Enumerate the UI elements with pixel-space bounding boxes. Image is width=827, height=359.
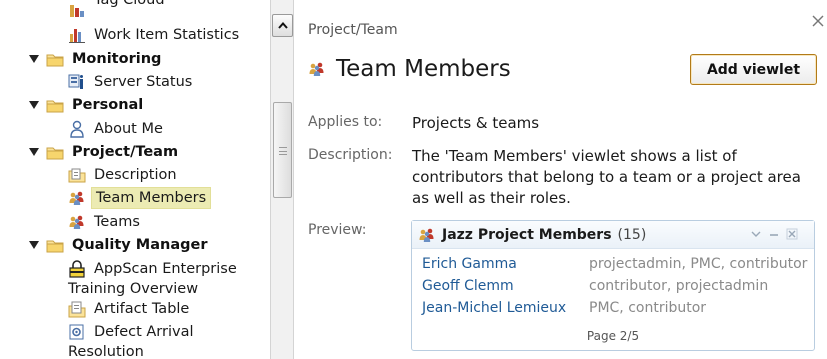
- tree-item-label-continued: Training Overview: [68, 281, 199, 297]
- expand-arrow-icon[interactable]: [28, 239, 40, 251]
- folder-icon: [46, 143, 64, 161]
- description-value: The 'Team Members' viewlet shows a list …: [412, 147, 801, 207]
- grip-icon: [279, 147, 287, 155]
- tree-item-teams[interactable]: Teams: [68, 211, 140, 233]
- tree-item-label: Defect Arrival: [94, 324, 194, 340]
- viewlet-detail-panel: Project/Team Team Members Add viewlet Ap…: [294, 0, 827, 359]
- close-icon[interactable]: [811, 14, 825, 28]
- tree-group-label: Project/Team: [72, 144, 179, 160]
- lock-icon: [68, 260, 86, 278]
- preview-label: Preview:: [308, 222, 367, 238]
- team-members-icon: [418, 226, 436, 244]
- tree-item-label: Work Item Statistics: [94, 27, 240, 43]
- tree-item-label: Teams: [94, 214, 140, 230]
- artifact-table-icon: [68, 300, 86, 318]
- viewlet-preview: Jazz Project Members (15) Erich Gamma pr…: [411, 220, 815, 351]
- server-status-icon: [68, 73, 86, 91]
- breadcrumb: Project/Team: [308, 22, 398, 38]
- tree-group-label: Monitoring: [72, 51, 162, 67]
- scroll-thumb[interactable]: [273, 102, 292, 198]
- tree-group-label: Personal: [72, 97, 144, 113]
- defect-chart-icon: [68, 323, 86, 341]
- tree-item-description[interactable]: Description: [68, 164, 177, 186]
- member-link[interactable]: Erich Gamma: [422, 256, 517, 272]
- applies-to-label: Applies to:: [308, 114, 383, 130]
- tree-item-artifact-table[interactable]: Artifact Table: [68, 298, 189, 320]
- tree-item-work-item-statistics[interactable]: Work Item Statistics: [68, 24, 239, 46]
- folder-icon: [46, 236, 64, 254]
- folder-icon: [46, 96, 64, 114]
- member-roles: PMC, contributor: [589, 300, 707, 316]
- person-icon: [68, 120, 86, 138]
- preview-count: (15): [617, 226, 647, 243]
- tree-scrollbar[interactable]: [270, 0, 294, 359]
- applies-to-value: Projects & teams: [412, 114, 540, 132]
- close-icon[interactable]: [786, 228, 798, 240]
- app-root: Tag Cloud Work Item Statistics Monitorin…: [0, 0, 827, 359]
- tree-group-personal[interactable]: Personal: [28, 94, 143, 116]
- pagination-label: Page 2/5: [586, 329, 640, 343]
- bar-chart-icon: [68, 26, 86, 44]
- tree-item-label: Description: [94, 167, 177, 183]
- expand-arrow-icon[interactable]: [28, 53, 40, 65]
- member-link[interactable]: Jean-Michel Lemieux: [422, 300, 566, 316]
- chevron-up-icon: [277, 22, 288, 29]
- team-members-icon: [308, 60, 326, 78]
- scroll-up-button[interactable]: [272, 14, 293, 37]
- tree-item-label: Server Status: [94, 74, 193, 90]
- viewlet-tree: Tag Cloud Work Item Statistics Monitorin…: [0, 0, 270, 359]
- tree-item-appscan-enterprise[interactable]: AppScan Enterprise: [68, 258, 237, 280]
- member-link[interactable]: Geoff Clemm: [422, 278, 514, 294]
- tree-group-quality-manager[interactable]: Quality Manager: [28, 234, 208, 256]
- folder-icon: [46, 50, 64, 68]
- add-viewlet-button[interactable]: Add viewlet: [690, 54, 817, 85]
- tree-item-server-status[interactable]: Server Status: [68, 71, 192, 93]
- tag-cloud-icon: [68, 2, 86, 20]
- tree-item-label: Artifact Table: [94, 301, 190, 317]
- tree-item-tag-cloud[interactable]: Tag Cloud: [68, 0, 165, 22]
- tree-item-label-line2: Resolution: [68, 341, 144, 359]
- description-icon: [68, 166, 86, 184]
- teams-icon: [68, 213, 86, 231]
- tree-item-label: Tag Cloud: [94, 0, 165, 8]
- expand-arrow-icon[interactable]: [28, 146, 40, 158]
- tree-group-monitoring[interactable]: Monitoring: [28, 48, 161, 70]
- page-title: Team Members: [336, 56, 511, 82]
- tree-item-about-me[interactable]: About Me: [68, 118, 163, 140]
- tree-item-defect-arrival[interactable]: Defect Arrival: [68, 321, 194, 343]
- member-roles: contributor, projectadmin: [589, 278, 769, 294]
- description-label: Description:: [308, 147, 393, 163]
- member-roles: projectadmin, PMC, contributor: [589, 256, 808, 272]
- expand-arrow-icon[interactable]: [28, 99, 40, 111]
- tree-item-label-continued: Resolution: [68, 344, 144, 359]
- minimize-icon[interactable]: [768, 228, 780, 240]
- tree-item-label: About Me: [94, 121, 163, 137]
- team-members-icon: [68, 189, 86, 207]
- tree-group-project-team[interactable]: Project/Team: [28, 141, 178, 163]
- tree-item-label: AppScan Enterprise: [94, 261, 237, 277]
- preview-title: Jazz Project Members: [442, 226, 612, 243]
- page-title-row: Team Members: [308, 56, 511, 82]
- tree-group-label: Quality Manager: [72, 237, 208, 253]
- tree-item-label: Team Members: [91, 187, 212, 209]
- tree-item-label-line2: Training Overview: [68, 278, 198, 300]
- chevron-down-icon[interactable]: [750, 228, 762, 240]
- tree-item-team-members[interactable]: Team Members: [68, 187, 212, 209]
